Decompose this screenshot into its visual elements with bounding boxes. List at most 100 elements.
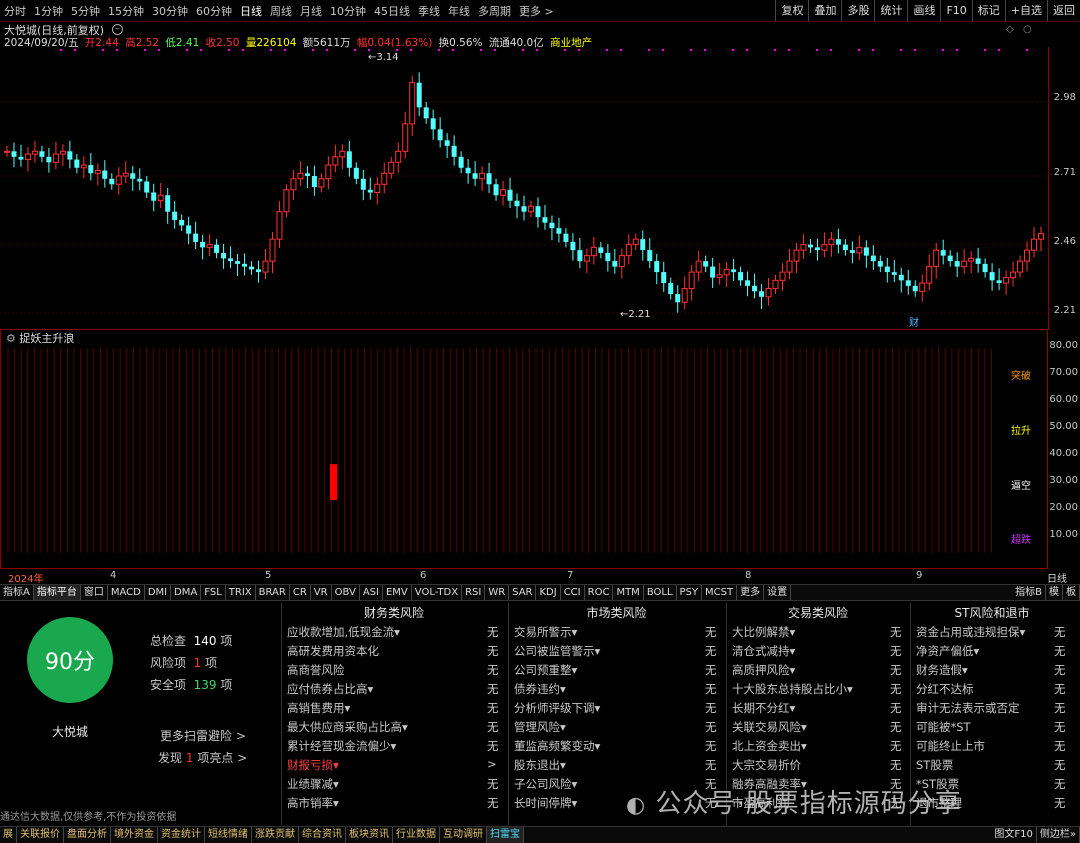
period-tab[interactable]: 1分钟 xyxy=(30,3,67,19)
toolbar-button[interactable]: 画线 xyxy=(907,0,940,21)
status-tab[interactable]: 互动调研 xyxy=(440,827,487,843)
risk-item-label[interactable]: 分红不达标 xyxy=(916,681,974,697)
risk-item-label[interactable]: 分析师评级下调▾ xyxy=(514,700,600,716)
period-tab[interactable]: 年线 xyxy=(444,3,474,19)
risk-item-label[interactable]: 应收款增加,低现金流▾ xyxy=(287,624,400,640)
indicator-tab[interactable]: CR xyxy=(290,585,311,600)
risk-item-label[interactable]: 审计无法表示或否定 xyxy=(916,700,1020,716)
risk-item-label[interactable]: 可能被*ST xyxy=(916,719,971,735)
risk-item-label[interactable]: 大比例解禁▾ xyxy=(732,624,795,640)
risk-item-label[interactable]: 净资产偏低▾ xyxy=(916,643,979,659)
indicator-tab[interactable]: CCI xyxy=(561,585,585,600)
candlestick-chart[interactable]: ←3.14 ←2.21 财 xyxy=(0,47,1048,327)
status-tab[interactable]: 境外资金 xyxy=(111,827,158,843)
indicator-tab[interactable]: 指标平台 xyxy=(33,585,81,600)
minus-icon[interactable]: − xyxy=(112,24,123,35)
chart-options-icon[interactable]: ◇ xyxy=(1006,24,1014,35)
risk-item-label[interactable]: 公司被监管警示▾ xyxy=(514,643,600,659)
period-tab[interactable]: 15分钟 xyxy=(104,3,148,19)
indicator-tab[interactable]: PSY xyxy=(677,585,703,600)
indicator-tab[interactable]: OBV xyxy=(332,585,360,600)
status-tab[interactable]: 短线情绪 xyxy=(205,827,252,843)
status-right-button[interactable]: 侧边栏» xyxy=(1037,827,1080,843)
risk-item-label[interactable]: 可能终止上市 xyxy=(916,738,985,754)
risk-item-label[interactable]: 债券违约▾ xyxy=(514,681,566,697)
risk-item-label[interactable]: 公司预重整▾ xyxy=(514,662,577,678)
period-tab[interactable]: 10分钟 xyxy=(326,3,370,19)
toolbar-button[interactable]: 返回 xyxy=(1047,0,1080,21)
status-tab[interactable]: 关联报价 xyxy=(17,827,64,843)
financial-report-marker[interactable]: 财 xyxy=(909,316,919,327)
indicator-tab[interactable]: SAR xyxy=(509,585,537,600)
risk-item-label[interactable]: 高研发费用资本化 xyxy=(287,643,379,659)
indicator-tab[interactable]: RSI xyxy=(462,585,486,600)
period-tab[interactable]: 45日线 xyxy=(370,3,414,19)
indicator-tab[interactable]: EMV xyxy=(383,585,412,600)
indicator-tab[interactable]: MTM xyxy=(613,585,644,600)
indicator-tab[interactable]: 更多 xyxy=(737,585,765,600)
indicator-tab[interactable]: 窗口 xyxy=(81,585,108,600)
risk-item-label[interactable]: 长期不分红▾ xyxy=(732,700,795,716)
risk-item-label[interactable]: 管理风险▾ xyxy=(514,719,566,735)
toolbar-button[interactable]: 叠加 xyxy=(808,0,841,21)
risk-item-label[interactable]: 股东退出▾ xyxy=(514,757,566,773)
period-tab[interactable]: 季线 xyxy=(414,3,444,19)
indicator-tab[interactable]: FSL xyxy=(201,585,226,600)
risk-item-label[interactable]: 大宗交易折价 xyxy=(732,757,801,773)
risk-item-label[interactable]: 交易所警示▾ xyxy=(514,624,577,640)
indicator-chart[interactable] xyxy=(0,329,1048,569)
indicator-tab[interactable]: BRAR xyxy=(256,585,290,600)
period-tab[interactable]: 月线 xyxy=(296,3,326,19)
indicator-tab-right[interactable]: 板 xyxy=(1063,585,1080,600)
risk-item-label[interactable]: 资金占用或违规担保▾ xyxy=(916,624,1025,640)
indicator-tab-right[interactable]: 指标B xyxy=(1012,585,1046,600)
indicator-tab[interactable]: WR xyxy=(485,585,510,600)
indicator-tab[interactable]: 设置 xyxy=(764,585,792,600)
risk-item-label[interactable]: 累计经营现金流偏少▾ xyxy=(287,738,396,754)
status-tab[interactable]: 行业数据 xyxy=(393,827,440,843)
indicator-tab[interactable]: BOLL xyxy=(644,585,677,600)
status-tab[interactable]: 涨跌贡献 xyxy=(252,827,299,843)
risk-item-label[interactable]: 长时间停牌▾ xyxy=(514,795,577,811)
period-tab[interactable]: 5分钟 xyxy=(67,3,104,19)
period-tab[interactable]: 分时 xyxy=(0,3,30,19)
status-tab[interactable]: 扫雷宝 xyxy=(487,827,524,843)
risk-item-label[interactable]: 应付债券占比高▾ xyxy=(287,681,373,697)
indicator-tab[interactable]: VOL-TDX xyxy=(412,585,463,600)
period-tab[interactable]: 30分钟 xyxy=(148,3,192,19)
risk-item-label[interactable]: 高销售费用▾ xyxy=(287,700,350,716)
period-tab[interactable]: 日线 xyxy=(236,3,266,19)
risk-item-label[interactable]: 子公司风险▾ xyxy=(514,776,577,792)
highlights-link[interactable]: 发现 1 项亮点 > xyxy=(158,749,247,766)
indicator-tab[interactable]: 指标A xyxy=(0,585,34,600)
indicator-tab[interactable]: DMA xyxy=(171,585,202,600)
indicator-tab[interactable]: MCST xyxy=(702,585,738,600)
period-tab[interactable]: 更多 > xyxy=(515,3,558,19)
indicator-tab[interactable]: DMI xyxy=(145,585,172,600)
risk-item-label[interactable]: 业绩骤减▾ xyxy=(287,776,339,792)
indicator-tab[interactable]: VR xyxy=(311,585,332,600)
indicator-tab-right[interactable]: 模 xyxy=(1046,585,1063,600)
toolbar-button[interactable]: 标记 xyxy=(971,0,1005,21)
toolbar-button[interactable]: 多股 xyxy=(841,0,874,21)
status-tab[interactable]: 板块资讯 xyxy=(346,827,393,843)
toolbar-button[interactable]: F10 xyxy=(940,0,971,21)
risk-item-label[interactable]: 高市销率▾ xyxy=(287,795,339,811)
status-tab[interactable]: 资金统计 xyxy=(158,827,205,843)
indicator-tab[interactable]: ROC xyxy=(585,585,614,600)
status-tab[interactable]: 盘面分析 xyxy=(64,827,111,843)
status-right-button[interactable]: 图文F10 xyxy=(991,827,1037,843)
status-tab[interactable]: 展 xyxy=(0,827,17,843)
risk-item-label[interactable]: 财务造假▾ xyxy=(916,662,968,678)
risk-item-label[interactable]: 关联交易风险▾ xyxy=(732,719,807,735)
period-tab[interactable]: 多周期 xyxy=(474,3,515,19)
period-tab[interactable]: 周线 xyxy=(266,3,296,19)
indicator-tab[interactable]: MACD xyxy=(108,585,145,600)
toolbar-button[interactable]: +自选 xyxy=(1004,0,1047,21)
risk-item-label[interactable]: 高商誉风险 xyxy=(287,662,345,678)
risk-item-label[interactable]: 十大股东总持股占比小▾ xyxy=(732,681,853,697)
risk-item-label[interactable]: 董监高频繁变动▾ xyxy=(514,738,600,754)
risk-item-label[interactable]: 北上资金卖出▾ xyxy=(732,738,807,754)
toolbar-button[interactable]: 复权 xyxy=(775,0,808,21)
risk-item-label[interactable]: 高质押风险▾ xyxy=(732,662,795,678)
